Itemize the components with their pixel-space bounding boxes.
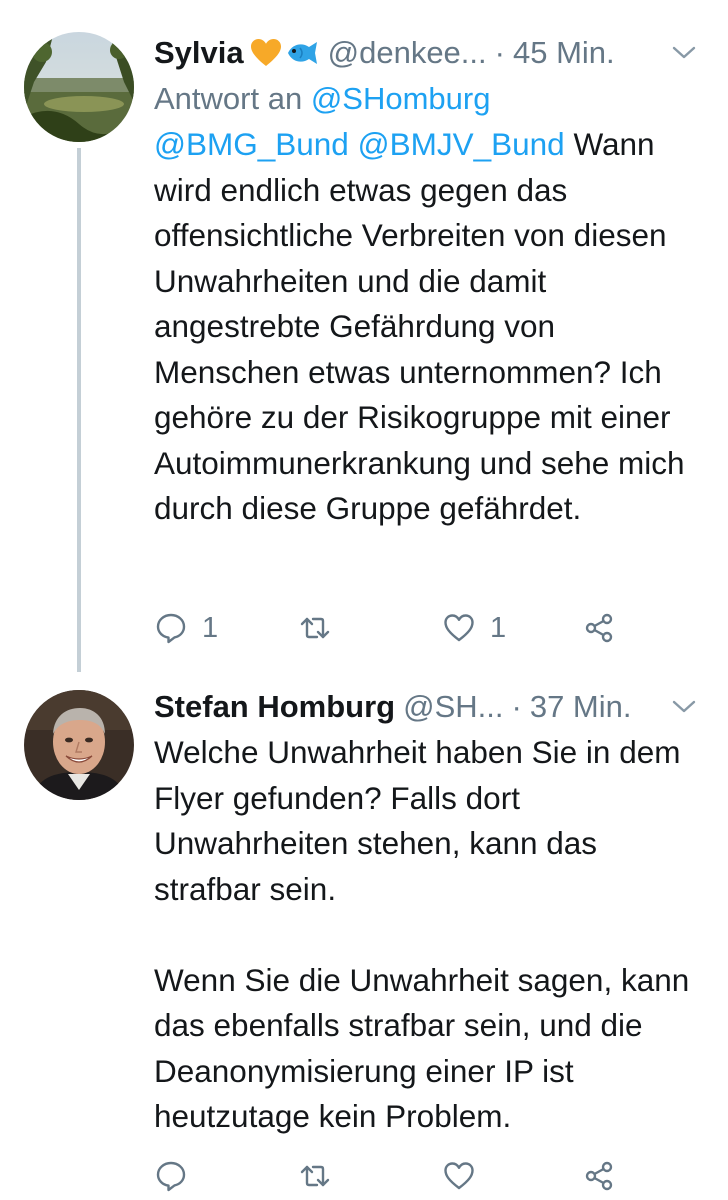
chevron-down-icon[interactable]: [668, 38, 700, 66]
retweet-button[interactable]: [298, 1152, 332, 1200]
like-icon: [444, 614, 474, 642]
like-icon: [444, 1162, 474, 1190]
retweet-icon: [300, 617, 330, 639]
like-button[interactable]: [442, 1152, 476, 1200]
tweet-paragraph: Wenn Sie die Unwahrheit sagen, kann das …: [154, 961, 690, 1135]
thread-line: [77, 148, 81, 672]
separator-dot: ·: [511, 689, 522, 724]
share-button[interactable]: [582, 1152, 616, 1200]
tweet-body-text: Wann wird endlich etwas gegen das offens…: [154, 126, 685, 526]
retweet-icon: [300, 1165, 330, 1187]
display-name[interactable]: Stefan Homburg: [154, 684, 395, 730]
reply-button[interactable]: [154, 1152, 188, 1200]
timestamp[interactable]: 45 Min.: [513, 30, 615, 76]
avatar[interactable]: [24, 32, 134, 142]
tweet-header: Sylvia @denkee... · 45 Min.: [154, 30, 714, 76]
tweet-header: Stefan Homburg @SH... · 37 Min.: [154, 684, 714, 730]
user-handle[interactable]: @denkee...: [328, 30, 487, 76]
retweet-button[interactable]: [298, 604, 332, 652]
chevron-down-icon[interactable]: [668, 692, 700, 720]
avatar[interactable]: [24, 690, 134, 800]
display-name[interactable]: Sylvia: [154, 30, 244, 76]
mention-link[interactable]: @BMG_Bund: [154, 126, 349, 162]
timestamp[interactable]: 37 Min.: [530, 684, 632, 730]
avatar-landscape-image: [24, 32, 134, 142]
tweet-actions: 1 1: [154, 604, 634, 652]
name-emojis: [250, 38, 320, 68]
reply-context: Antwort an @SHomburg: [154, 76, 714, 122]
tweet[interactable]: Sylvia @denkee... · 45 Min. Antwort an @…: [0, 0, 728, 672]
reply-button[interactable]: 1: [154, 604, 218, 652]
share-icon: [585, 1161, 613, 1191]
avatar-portrait-image: [24, 690, 134, 800]
tweet[interactable]: Stefan Homburg @SH... · 37 Min. Welche U…: [0, 672, 728, 1200]
like-count: 1: [490, 611, 507, 644]
reply-icon: [156, 1161, 186, 1192]
reply-mention-link[interactable]: @SHomburg: [311, 81, 491, 116]
user-handle[interactable]: @SH...: [403, 684, 503, 730]
share-icon: [585, 613, 613, 643]
share-button[interactable]: [582, 604, 616, 652]
tweet-paragraph: Welche Unwahrheit haben Sie in dem Flyer…: [154, 734, 681, 907]
fish-icon: [287, 42, 317, 64]
reply-label: Antwort an: [154, 81, 303, 116]
reply-icon: [156, 613, 186, 644]
tweet-actions: [154, 1152, 634, 1200]
like-button[interactable]: 1: [442, 604, 506, 652]
mention-link[interactable]: @BMJV_Bund: [358, 126, 565, 162]
tweet-text: Welche Unwahrheit haben Sie in dem Flyer…: [154, 730, 704, 1140]
tweet-text: @BMG_Bund @BMJV_Bund Wann wird endlich e…: [154, 122, 704, 532]
reply-count: 1: [202, 611, 219, 644]
orange-heart-icon: [250, 39, 281, 66]
separator-dot: ·: [494, 35, 505, 70]
